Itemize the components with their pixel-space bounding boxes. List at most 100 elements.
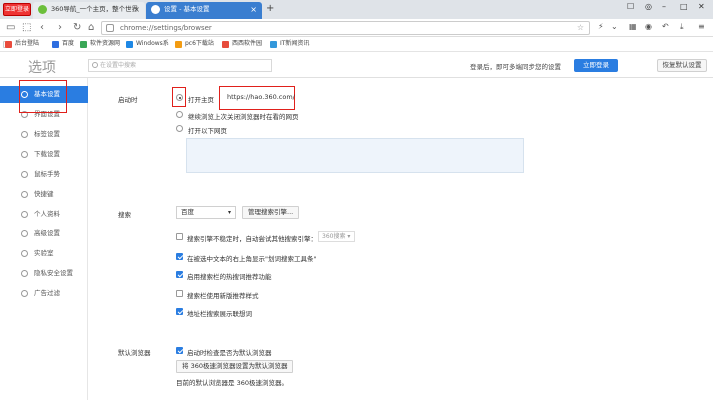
- manage-search-engines-button[interactable]: 管理搜索引擎...: [242, 206, 300, 219]
- tab-360-nav[interactable]: 360导航_一个主页，整个世界 ×: [33, 2, 145, 19]
- apps-icon[interactable]: ▦: [629, 22, 637, 31]
- address-bar[interactable]: chrome://settings/browser ☆: [101, 21, 590, 35]
- extension-icon[interactable]: ◉: [645, 22, 652, 31]
- download-icon[interactable]: ⤓: [680, 22, 684, 32]
- checkbox-new-style[interactable]: [176, 290, 183, 297]
- sidebar-item-download[interactable]: 下载设置: [0, 146, 88, 163]
- page-icon: [106, 24, 114, 32]
- user-icon[interactable]: ☐: [627, 2, 634, 11]
- bookmark-itnews[interactable]: IT新闻资讯: [270, 39, 309, 49]
- tab-label: 设置 - 基本设置: [164, 5, 210, 13]
- close-icon[interactable]: ×: [250, 2, 257, 17]
- close-window-icon[interactable]: ✕: [698, 2, 705, 11]
- flask-icon: [21, 250, 28, 257]
- radio-open-homepage[interactable]: [176, 94, 183, 101]
- bookmark-admin[interactable]: 后台登陆: [5, 39, 39, 49]
- new-tab-button[interactable]: +: [266, 3, 274, 14]
- bookmark-icon: [5, 41, 12, 48]
- forward-icon[interactable]: ›: [58, 21, 62, 35]
- option-label: 搜索栏使用新版推荐样式: [187, 292, 259, 300]
- homepage-url-field[interactable]: https://hao.360.com/: [221, 90, 295, 105]
- bookmarks-bar: 应用 后台登陆 百度 软件资源网 Windows系 pc6下载站 西西软件园 I…: [0, 37, 713, 52]
- select-value: 百度: [181, 208, 194, 216]
- reset-defaults-button[interactable]: 恢复默认设置: [657, 59, 707, 72]
- tab-settings[interactable]: 设置 - 基本设置 ×: [146, 2, 262, 19]
- sidebar-item-privacy[interactable]: 隐私安全设置: [0, 265, 88, 282]
- screenshot-icon[interactable]: ⬚: [22, 21, 31, 35]
- dropdown-icon[interactable]: ⌄: [611, 22, 618, 31]
- sidebar-item-adblock[interactable]: 广告过滤: [0, 285, 88, 302]
- sidebar-item-profile[interactable]: 个人资料: [0, 206, 88, 223]
- settings-tab-icon: [151, 5, 160, 14]
- page-title: 选项: [28, 60, 56, 76]
- sidebar-item-label: 下载设置: [34, 150, 60, 158]
- bookmark-windows[interactable]: Windows系: [126, 39, 169, 49]
- sidebar-item-label: 隐私安全设置: [34, 269, 73, 277]
- option-label: 搜索引擎不稳定时，自动尝试其他搜索引擎：: [187, 235, 317, 243]
- section-label-startup: 启动时: [118, 96, 138, 104]
- bookmark-pc6[interactable]: pc6下载站: [175, 39, 214, 49]
- bookmark-cr173[interactable]: 西西软件园: [222, 39, 262, 49]
- sidebar-item-label: 快捷键: [34, 190, 54, 198]
- skin-icon[interactable]: ◎: [645, 2, 652, 11]
- option-label: 打开以下网页: [188, 127, 227, 135]
- bookmark-software[interactable]: 软件资源网: [80, 39, 120, 49]
- mouse-icon: [21, 171, 28, 178]
- login-badge[interactable]: 立即登录: [3, 3, 31, 16]
- checkbox-selection-toolbar[interactable]: [176, 253, 183, 260]
- home-icon[interactable]: ⌂: [88, 21, 94, 35]
- sidebar-item-lab[interactable]: 实验室: [0, 245, 88, 262]
- lightning-icon[interactable]: ⚡: [598, 22, 604, 31]
- search-engine-select[interactable]: 百度 ▾: [176, 206, 236, 219]
- download-icon: [21, 151, 28, 158]
- 360-logo-icon: [38, 5, 47, 14]
- login-button[interactable]: 立即登录: [574, 59, 618, 72]
- option-label: 在被选中文本的右上角显示"划词搜索工具条": [187, 255, 317, 263]
- sidebar-item-shortcuts[interactable]: 快捷键: [0, 186, 88, 203]
- undo-icon[interactable]: ↶: [662, 22, 669, 31]
- checkbox-hot-words[interactable]: [176, 271, 183, 278]
- option-label: 启用搜索栏的热搜词推荐功能: [187, 273, 272, 281]
- bookmark-label: IT新闻资讯: [280, 40, 310, 47]
- bookmark-label: 百度: [62, 40, 75, 47]
- sidebar-item-label: 高级设置: [34, 229, 60, 237]
- startup-pages-list[interactable]: [186, 138, 524, 173]
- bookmark-label: 后台登陆: [15, 40, 40, 47]
- user-icon: [21, 211, 28, 218]
- sidebar-item-label: 实验室: [34, 249, 54, 257]
- menu-icon[interactable]: ≡: [698, 22, 705, 31]
- bookmark-baidu[interactable]: 百度: [52, 39, 74, 49]
- bookmark-icon: [175, 41, 182, 48]
- bookmark-icon: [52, 41, 59, 48]
- close-icon[interactable]: ×: [133, 2, 140, 17]
- back-icon[interactable]: ‹: [40, 21, 44, 35]
- set-default-browser-button[interactable]: 将 360极速浏览器设置为默认浏览器: [176, 360, 294, 373]
- section-label-default-browser: 默认浏览器: [118, 349, 151, 357]
- highlight-box-sidebar: [19, 80, 67, 113]
- checkbox-auto-fallback[interactable]: [176, 233, 183, 240]
- checkbox-suggestions[interactable]: [176, 308, 183, 315]
- sidebar-item-label: 标签设置: [34, 130, 60, 138]
- bookmark-label: 西西软件园: [232, 40, 263, 47]
- sidebar-item-tabs[interactable]: 标签设置: [0, 126, 88, 143]
- sidebar-item-label: 鼠标手势: [34, 170, 60, 178]
- tab-label: 360导航_一个主页，整个世界: [51, 5, 139, 13]
- sidebar-item-mouse[interactable]: 鼠标手势: [0, 166, 88, 183]
- sidebar-item-advanced[interactable]: 高级设置: [0, 225, 88, 242]
- maximize-icon[interactable]: □: [680, 2, 688, 11]
- search-icon: [92, 62, 98, 68]
- bookmark-icon: [222, 41, 229, 48]
- tab-strip: 立即登录 360导航_一个主页，整个世界 × 设置 - 基本设置 × + ☐ ◎…: [0, 0, 713, 19]
- settings-sidebar: 基本设置 界面设置 标签设置 下载设置 鼠标手势 快捷键 个人资料 高级设置 实…: [0, 78, 88, 400]
- reload-icon[interactable]: ↻: [73, 21, 81, 35]
- settings-search-input[interactable]: 在设置中搜索: [88, 59, 272, 72]
- minimize-icon[interactable]: –: [662, 2, 666, 11]
- checkbox-check-default[interactable]: [176, 347, 183, 354]
- radio-continue-session[interactable]: [176, 111, 183, 118]
- bookmark-icon: [270, 41, 277, 48]
- radio-open-pages[interactable]: [176, 125, 183, 132]
- settings-icon: [21, 230, 28, 237]
- bookmark-star-icon[interactable]: ☆: [577, 22, 584, 34]
- bookmark-icon: [80, 41, 87, 48]
- sidebar-toggle-icon[interactable]: ▭: [6, 21, 15, 35]
